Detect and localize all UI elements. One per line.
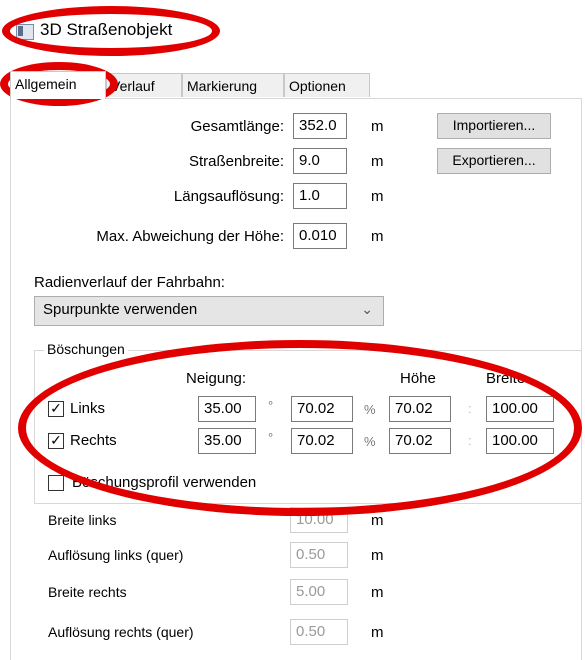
links-hoehe-input[interactable]: 70.02 — [389, 396, 451, 422]
tab-optionen[interactable]: Optionen — [284, 73, 370, 97]
window-app-icon — [16, 24, 34, 40]
strassenbreite-unit: m — [371, 153, 384, 170]
rechts-checkbox[interactable]: ✓ — [48, 433, 64, 449]
breite-links-label: Breite links — [48, 512, 117, 528]
rechts-neigung-deg-input[interactable]: 35.00 — [198, 428, 256, 454]
gesamtlaenge-label: Gesamtlänge: — [190, 118, 284, 135]
rechts-percent-unit: % — [364, 434, 376, 449]
links-percent-unit: % — [364, 402, 376, 417]
laengsaufloesung-input[interactable]: 1.0 — [293, 183, 347, 209]
links-neigung-pct-input[interactable]: 70.02 — [291, 396, 353, 422]
radienverlauf-selected: Spurpunkte verwenden — [43, 301, 198, 318]
breite-rechts-unit: m — [371, 584, 384, 601]
title-bar: 3D Straßenobjekt — [0, 0, 585, 62]
rechts-colon-sep: : — [468, 433, 472, 448]
breite-rechts-input[interactable]: 5.00 — [290, 579, 348, 605]
boeschungsprofil-checkbox[interactable] — [48, 475, 64, 491]
hoehe-header: Höhe — [400, 370, 436, 387]
tab-verlauf[interactable]: Verlauf — [106, 73, 182, 97]
breite-links-unit: m — [371, 512, 384, 529]
radienverlauf-select[interactable]: Spurpunkte verwenden ⌄ — [34, 296, 384, 326]
breite-rechts-label: Breite rechts — [48, 584, 127, 600]
boeschungen-title: Böschungen — [44, 341, 128, 357]
aufloesung-links-label: Auflösung links (quer) — [48, 547, 184, 563]
tab-markierung[interactable]: Markierung — [182, 73, 284, 97]
rechts-neigung-pct-input[interactable]: 70.02 — [291, 428, 353, 454]
rechts-breite-input[interactable]: 100.00 — [486, 428, 554, 454]
aufloesung-links-input[interactable]: 0.50 — [290, 542, 348, 568]
import-button[interactable]: Importieren... — [437, 113, 551, 139]
breite-links-input[interactable]: 10.00 — [290, 507, 348, 533]
strassenbreite-label: Straßenbreite: — [188, 153, 284, 170]
export-button[interactable]: Exportieren... — [437, 148, 551, 174]
rechts-label: Rechts — [70, 432, 117, 449]
chevron-down-icon: ⌄ — [361, 301, 373, 317]
aufloesung-rechts-input[interactable]: 0.50 — [290, 619, 348, 645]
gesamtlaenge-input[interactable]: 352.0 — [293, 113, 347, 139]
window-title: 3D Straßenobjekt — [40, 20, 173, 39]
links-colon-sep: : — [468, 401, 472, 416]
radienverlauf-label: Radienverlauf der Fahrbahn: — [34, 274, 225, 291]
links-breite-input[interactable]: 100.00 — [486, 396, 554, 422]
links-neigung-deg-input[interactable]: 35.00 — [198, 396, 256, 422]
strassenbreite-input[interactable]: 9.0 — [293, 148, 347, 174]
breite-header: Breite — [486, 370, 526, 387]
links-label: Links — [70, 400, 106, 417]
aufloesung-rechts-unit: m — [371, 624, 384, 641]
gesamtlaenge-unit: m — [371, 118, 384, 135]
aufloesung-rechts-label: Auflösung rechts (quer) — [48, 624, 194, 640]
max-abweichung-label: Max. Abweichung der Höhe: — [96, 228, 284, 245]
aufloesung-links-unit: m — [371, 547, 384, 564]
max-abweichung-input[interactable]: 0.010 — [293, 223, 347, 249]
links-degree-unit: ° — [268, 398, 274, 413]
max-abweichung-unit: m — [371, 228, 384, 245]
boeschungsprofil-label: Böschungsprofil verwenden — [72, 474, 257, 491]
rechts-degree-unit: ° — [268, 430, 274, 445]
neigung-header: Neigung: — [186, 370, 247, 387]
tab-strip: Allgemein Verlauf Markierung Optionen — [10, 71, 580, 99]
tab-allgemein[interactable]: Allgemein — [10, 71, 106, 99]
laengsaufloesung-unit: m — [371, 188, 384, 205]
laengsaufloesung-label: Längsauflösung: — [173, 188, 284, 205]
rechts-hoehe-input[interactable]: 70.02 — [389, 428, 451, 454]
links-checkbox[interactable]: ✓ — [48, 401, 64, 417]
